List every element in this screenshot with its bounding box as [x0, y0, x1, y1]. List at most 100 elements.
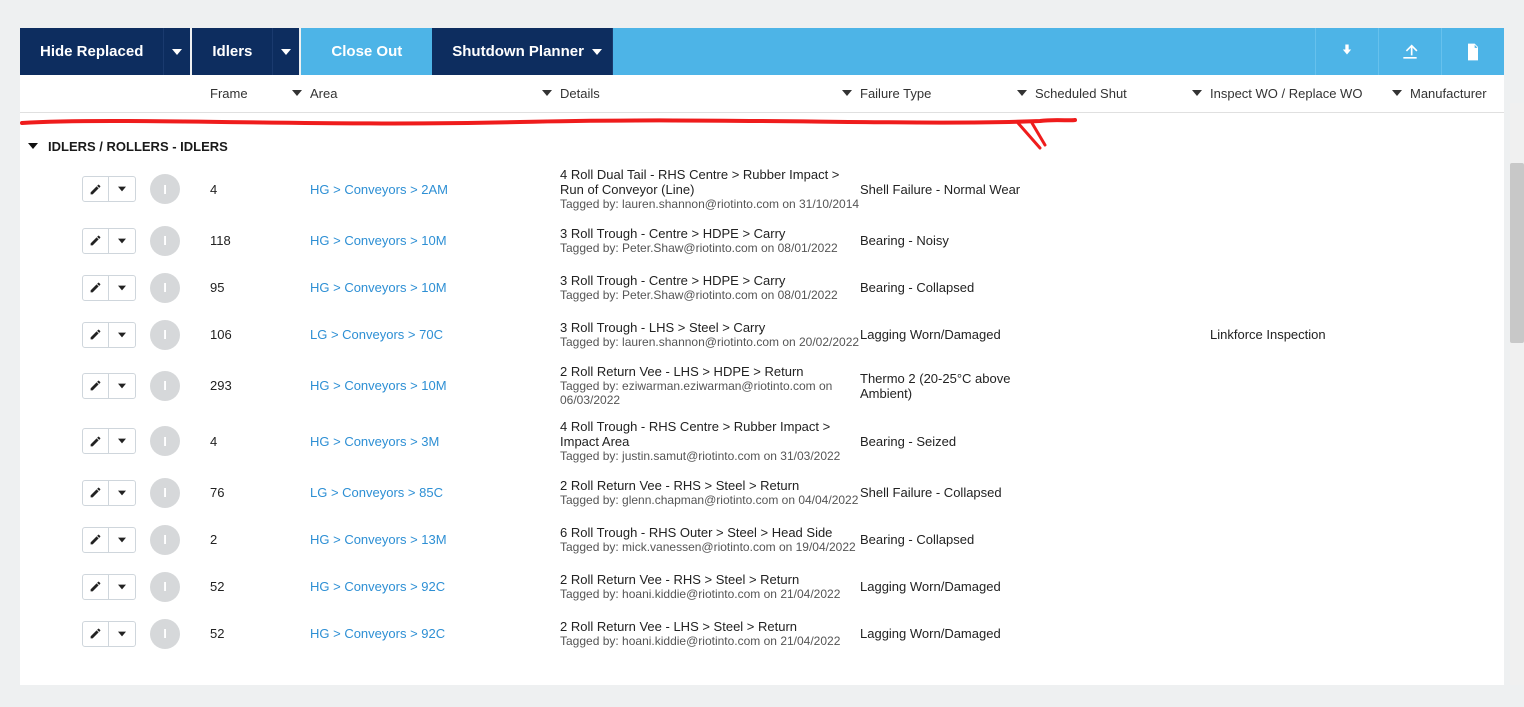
type-badge: I [150, 226, 180, 256]
idlers-button[interactable]: Idlers [192, 28, 273, 75]
details-cell: 3 Roll Trough - LHS > Steel > Carry Tagg… [560, 320, 860, 349]
details-cell: 6 Roll Trough - RHS Outer > Steel > Head… [560, 525, 860, 554]
share-icon[interactable] [1378, 28, 1441, 75]
chevron-down-icon [842, 86, 852, 101]
edit-caret[interactable] [109, 622, 135, 646]
chevron-down-icon [1192, 86, 1202, 101]
wo-cell: Linkforce Inspection [1210, 327, 1410, 342]
col-area-label: Area [310, 86, 337, 101]
group-header-label: IDLERS / ROLLERS - IDLERS [48, 139, 228, 154]
area-link[interactable]: HG > Conveyors > 13M [310, 532, 560, 547]
hide-replaced-button[interactable]: Hide Replaced [20, 28, 164, 75]
details-cell: 4 Roll Trough - RHS Centre > Rubber Impa… [560, 419, 860, 463]
edit-split-button[interactable] [82, 275, 136, 301]
col-area[interactable]: Area [310, 86, 560, 101]
failure-cell: Lagging Worn/Damaged [860, 327, 1035, 342]
area-link[interactable]: HG > Conveyors > 92C [310, 579, 560, 594]
details-cell: 2 Roll Return Vee - LHS > Steel > Return… [560, 619, 860, 648]
column-headers: Frame Area Details Failure Type Schedule… [20, 75, 1504, 113]
type-badge: I [150, 478, 180, 508]
edit-icon[interactable] [83, 429, 109, 453]
edit-split-button[interactable] [82, 621, 136, 647]
col-inspect-wo[interactable]: Inspect WO / Replace WO [1210, 86, 1410, 101]
failure-cell: Shell Failure - Normal Wear [860, 182, 1035, 197]
frame-cell: 4 [210, 434, 310, 449]
edit-icon[interactable] [83, 229, 109, 253]
failure-cell: Bearing - Noisy [860, 233, 1035, 248]
scrollbar[interactable] [1510, 103, 1524, 685]
edit-split-button[interactable] [82, 428, 136, 454]
edit-caret[interactable] [109, 374, 135, 398]
type-badge: I [150, 572, 180, 602]
close-out-button[interactable]: Close Out [301, 28, 432, 75]
table-row: I 106 LG > Conveyors > 70C 3 Roll Trough… [20, 311, 1504, 358]
col-mfr-label: Manufacturer [1410, 86, 1487, 101]
col-scheduled-shut[interactable]: Scheduled Shut [1035, 86, 1210, 101]
edit-icon[interactable] [83, 276, 109, 300]
file-icon[interactable] [1441, 28, 1504, 75]
chevron-down-icon [1017, 86, 1027, 101]
type-badge: I [150, 525, 180, 555]
details-cell: 2 Roll Return Vee - RHS > Steel > Return… [560, 478, 860, 507]
frame-cell: 4 [210, 182, 310, 197]
shutdown-planner-button[interactable]: Shutdown Planner [432, 28, 613, 75]
edit-caret[interactable] [109, 575, 135, 599]
idlers-caret[interactable] [273, 28, 301, 75]
table-row: I 4 HG > Conveyors > 2AM 4 Roll Dual Tai… [20, 161, 1504, 217]
edit-icon[interactable] [83, 481, 109, 505]
edit-icon[interactable] [83, 622, 109, 646]
edit-caret[interactable] [109, 481, 135, 505]
group-header[interactable]: IDLERS / ROLLERS - IDLERS [20, 131, 1504, 161]
edit-caret[interactable] [109, 177, 135, 201]
edit-icon[interactable] [83, 374, 109, 398]
col-frame[interactable]: Frame [210, 86, 310, 101]
edit-caret[interactable] [109, 429, 135, 453]
details-cell: 3 Roll Trough - Centre > HDPE > Carry Ta… [560, 226, 860, 255]
table-row: I 2 HG > Conveyors > 13M 6 Roll Trough -… [20, 516, 1504, 563]
edit-icon[interactable] [83, 177, 109, 201]
edit-icon[interactable] [83, 323, 109, 347]
frame-cell: 76 [210, 485, 310, 500]
edit-split-button[interactable] [82, 228, 136, 254]
area-link[interactable]: HG > Conveyors > 92C [310, 626, 560, 641]
edit-split-button[interactable] [82, 322, 136, 348]
frame-cell: 95 [210, 280, 310, 295]
edit-split-button[interactable] [82, 527, 136, 553]
edit-split-button[interactable] [82, 373, 136, 399]
edit-caret[interactable] [109, 276, 135, 300]
shutdown-planner-label: Shutdown Planner [452, 43, 584, 60]
hide-replaced-caret[interactable] [164, 28, 192, 75]
area-link[interactable]: HG > Conveyors > 10M [310, 233, 560, 248]
col-failure-label: Failure Type [860, 86, 931, 101]
edit-caret[interactable] [109, 323, 135, 347]
toolbar-spacer [613, 28, 1315, 75]
area-link[interactable]: LG > Conveyors > 85C [310, 485, 560, 500]
col-failure-type[interactable]: Failure Type [860, 86, 1035, 101]
frame-cell: 118 [210, 233, 310, 248]
chevron-down-icon [1392, 86, 1402, 101]
edit-split-button[interactable] [82, 176, 136, 202]
edit-caret[interactable] [109, 528, 135, 552]
edit-icon[interactable] [83, 575, 109, 599]
edit-icon[interactable] [83, 528, 109, 552]
col-details-label: Details [560, 86, 600, 101]
failure-cell: Shell Failure - Collapsed [860, 485, 1035, 500]
area-link[interactable]: HG > Conveyors > 10M [310, 280, 560, 295]
scrollbar-thumb[interactable] [1510, 163, 1524, 343]
edit-caret[interactable] [109, 229, 135, 253]
table-row: I 95 HG > Conveyors > 10M 3 Roll Trough … [20, 264, 1504, 311]
data-grid: Frame Area Details Failure Type Schedule… [20, 75, 1504, 685]
col-frame-label: Frame [210, 86, 248, 101]
col-details[interactable]: Details [560, 86, 860, 101]
edit-split-button[interactable] [82, 480, 136, 506]
type-badge: I [150, 174, 180, 204]
edit-split-button[interactable] [82, 574, 136, 600]
area-link[interactable]: HG > Conveyors > 3M [310, 434, 560, 449]
area-link[interactable]: LG > Conveyors > 70C [310, 327, 560, 342]
import-icon[interactable] [1315, 28, 1378, 75]
type-badge: I [150, 273, 180, 303]
col-manufacturer[interactable]: Manufacturer [1410, 86, 1500, 101]
chevron-down-icon [542, 86, 552, 101]
area-link[interactable]: HG > Conveyors > 2AM [310, 182, 560, 197]
area-link[interactable]: HG > Conveyors > 10M [310, 378, 560, 393]
